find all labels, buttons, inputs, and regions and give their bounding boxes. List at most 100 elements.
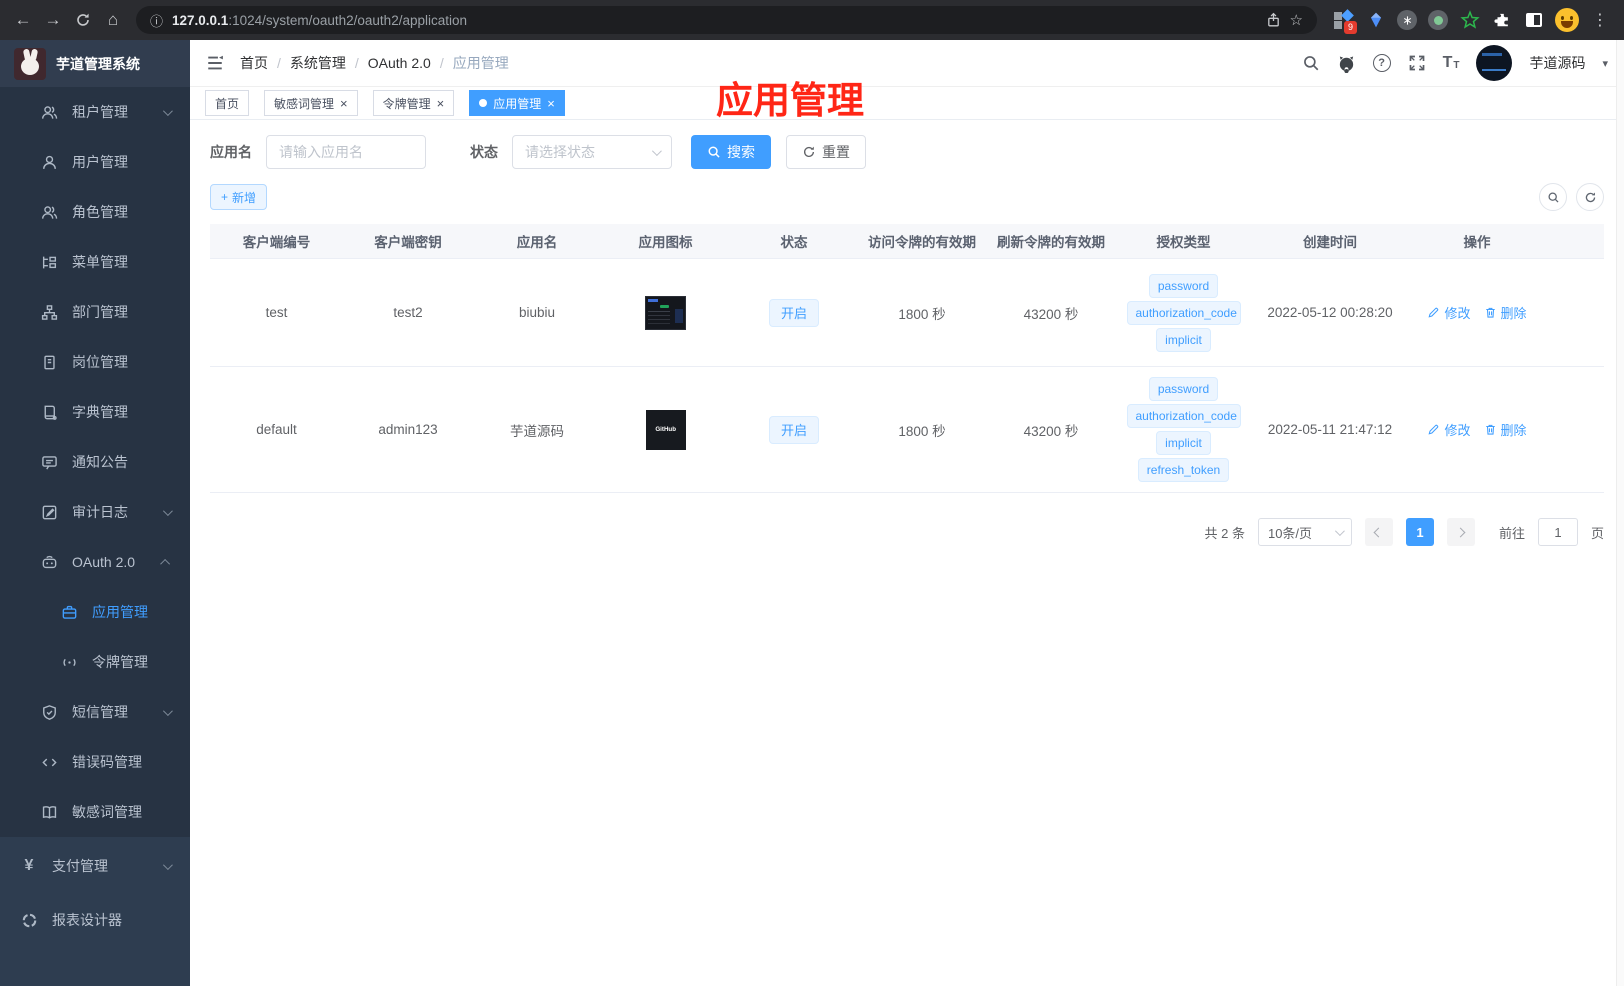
sidebar-item-role[interactable]: 角色管理 xyxy=(0,187,190,237)
sidebar-item-user[interactable]: 用户管理 xyxy=(0,137,190,187)
reset-button[interactable]: 重置 xyxy=(786,135,866,169)
status-select[interactable]: 请选择状态 xyxy=(512,135,672,169)
goto-page-input[interactable] xyxy=(1537,518,1578,546)
browser-home-icon[interactable]: ⌂ xyxy=(100,7,126,33)
status-badge: 开启 xyxy=(768,415,819,444)
sidebar-item-menu-mgmt[interactable]: 菜单管理 xyxy=(0,237,190,287)
sidebar-item-oauth-application[interactable]: 应用管理 xyxy=(0,587,190,637)
app-title: 芋道管理系统 xyxy=(56,55,140,72)
profile-avatar-icon[interactable] xyxy=(1555,8,1579,32)
browser-menu-icon[interactable]: ⋮ xyxy=(1590,10,1610,30)
sidebar-item-post[interactable]: 岗位管理 xyxy=(0,337,190,387)
grant-tag: authorization_code xyxy=(1126,300,1241,325)
extension-puzzle-icon[interactable] xyxy=(1491,10,1512,31)
browser-back-icon[interactable]: ← xyxy=(10,7,36,33)
sidebar-item-label: 报表设计器 xyxy=(52,912,122,928)
share-icon[interactable] xyxy=(1266,12,1281,28)
chevron-down-icon xyxy=(162,505,173,516)
tab-sensitive-words[interactable]: 敏感词管理 × xyxy=(264,90,358,116)
shield-check-icon xyxy=(40,703,58,721)
help-icon[interactable]: ? xyxy=(1372,54,1391,72)
extension-command-icon[interactable] xyxy=(1397,10,1417,30)
cell-created-time: 2022-05-12 00:28:20 xyxy=(1267,305,1393,320)
text-size-icon[interactable]: TT xyxy=(1443,55,1460,71)
tab-application-mgmt[interactable]: 应用管理 × xyxy=(469,90,565,116)
tab-close-icon[interactable]: × xyxy=(547,97,555,110)
active-tab-dot xyxy=(479,99,488,107)
roles-icon xyxy=(40,203,58,221)
sidebar-logo[interactable]: 芋道管理系统 xyxy=(0,40,190,87)
tab-close-icon[interactable]: × xyxy=(340,97,348,110)
breadcrumb-system[interactable]: 系统管理 xyxy=(290,53,346,73)
site-info-icon[interactable]: ⓘ xyxy=(150,11,163,30)
grant-tag: authorization_code xyxy=(1126,404,1241,428)
toggle-search-icon-button[interactable] xyxy=(1539,183,1567,211)
edit-link-label: 修改 xyxy=(1444,423,1471,438)
edit-link[interactable]: 修改 xyxy=(1427,420,1471,439)
sidebar-item-oauth-token[interactable]: 令牌管理 xyxy=(0,637,190,687)
page-size-select[interactable]: 10条/页 xyxy=(1257,518,1352,546)
sidebar-item-sms[interactable]: 短信管理 xyxy=(0,687,190,737)
message-bubble-icon xyxy=(40,453,58,471)
sidebar-item-errorcode[interactable]: 错误码管理 xyxy=(0,737,190,787)
cell-created-time: 2022-05-11 21:47:12 xyxy=(1267,422,1393,437)
col-header: 访问令牌的有效期 xyxy=(868,235,976,250)
status-select-placeholder: 请选择状态 xyxy=(525,144,595,160)
grant-tag: password xyxy=(1148,273,1219,298)
sidebar-item-label: 支付管理 xyxy=(52,858,108,874)
breadcrumb-home[interactable]: 首页 xyxy=(240,53,268,73)
url-text[interactable]: 127.0.0.1:1024/system/oauth2/oauth2/appl… xyxy=(172,13,467,28)
edit-link[interactable]: 修改 xyxy=(1427,303,1471,322)
user-avatar[interactable] xyxy=(1476,45,1513,81)
page-scrollbar[interactable] xyxy=(1616,40,1624,986)
browser-reload-icon[interactable] xyxy=(70,7,96,33)
url-host: 127.0.0.1 xyxy=(172,12,229,28)
refresh-icon-button[interactable] xyxy=(1576,183,1604,211)
tab-token-mgmt[interactable]: 令牌管理 × xyxy=(372,90,455,116)
extension-blocks-icon[interactable]: 9 xyxy=(1333,8,1357,34)
sidebar-item-tenant[interactable]: 租户管理 xyxy=(0,87,190,137)
user-name[interactable]: 芋道源码 xyxy=(1529,53,1585,73)
tags-view-bar: 首页 敏感词管理 × 令牌管理 × 应用管理 × xyxy=(190,87,1624,120)
pagination: 共 2 条 10条/页 1 前往 页 xyxy=(210,518,1604,546)
user-caret-icon[interactable]: ▾ xyxy=(1602,57,1608,70)
sidebar-collapse-icon[interactable] xyxy=(206,54,224,72)
github-icon[interactable] xyxy=(1337,54,1356,73)
address-bar[interactable]: ⓘ 127.0.0.1:1024/system/oauth2/oauth2/ap… xyxy=(136,6,1317,34)
sidebar-item-sensitive-words[interactable]: 敏感词管理 xyxy=(0,787,190,837)
extension-gem-icon[interactable] xyxy=(1365,10,1386,31)
prev-page-button[interactable] xyxy=(1364,518,1393,546)
sidebar-item-payment[interactable]: ¥ 支付管理 xyxy=(0,839,190,893)
delete-link-label: 删除 xyxy=(1500,306,1527,321)
delete-link[interactable]: 删除 xyxy=(1484,303,1527,322)
search-button[interactable]: 搜索 xyxy=(691,135,771,169)
tab-close-icon[interactable]: × xyxy=(437,97,445,110)
search-icon[interactable] xyxy=(1302,54,1320,72)
sidebar-item-audit-log[interactable]: 审计日志 xyxy=(0,487,190,537)
extension-sidepanel-icon[interactable] xyxy=(1523,10,1544,31)
sidebar: 芋道管理系统 租户管理 用户管理 角色管理 菜单管理 部门管理 岗位管理 字典管… xyxy=(0,40,190,986)
delete-link[interactable]: 删除 xyxy=(1484,420,1527,439)
app-icon-github-logo: GitHub xyxy=(645,409,686,450)
sidebar-item-notice[interactable]: 通知公告 xyxy=(0,437,190,487)
cell-access-validity: 1800 秒 xyxy=(898,423,946,439)
sidebar-item-label: 岗位管理 xyxy=(72,354,128,370)
bookmark-star-icon[interactable]: ☆ xyxy=(1290,11,1303,29)
current-page-button[interactable]: 1 xyxy=(1405,518,1434,546)
sidebar-item-dict[interactable]: 字典管理 xyxy=(0,387,190,437)
sidebar-item-report-designer[interactable]: 报表设计器 xyxy=(0,893,190,947)
add-button[interactable]: + 新增 xyxy=(210,184,268,210)
extension-star-icon[interactable] xyxy=(1459,10,1480,31)
fullscreen-icon[interactable] xyxy=(1408,54,1426,72)
next-page-button[interactable] xyxy=(1446,518,1475,546)
app-name-input[interactable] xyxy=(266,135,426,169)
breadcrumb-oauth[interactable]: OAuth 2.0 xyxy=(368,55,431,71)
browser-forward-icon[interactable]: → xyxy=(40,7,66,33)
yen-icon: ¥ xyxy=(24,857,34,874)
sidebar-item-dept[interactable]: 部门管理 xyxy=(0,287,190,337)
tab-label: 令牌管理 xyxy=(382,96,431,111)
sidebar-item-oauth[interactable]: OAuth 2.0 xyxy=(0,537,190,587)
tab-home[interactable]: 首页 xyxy=(205,90,250,116)
extension-record-icon[interactable] xyxy=(1428,10,1448,30)
status-badge: 开启 xyxy=(768,298,819,327)
